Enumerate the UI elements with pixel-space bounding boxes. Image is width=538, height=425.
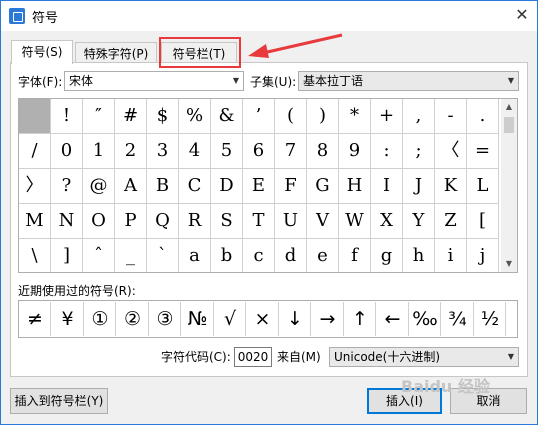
annotation-arrow-icon: [248, 33, 343, 58]
symbol-dialog: 符号 ✕ 符号(S) 特殊字符(P) 符号栏(T) 字体(F): 宋体 ▼ 子集…: [0, 0, 538, 425]
